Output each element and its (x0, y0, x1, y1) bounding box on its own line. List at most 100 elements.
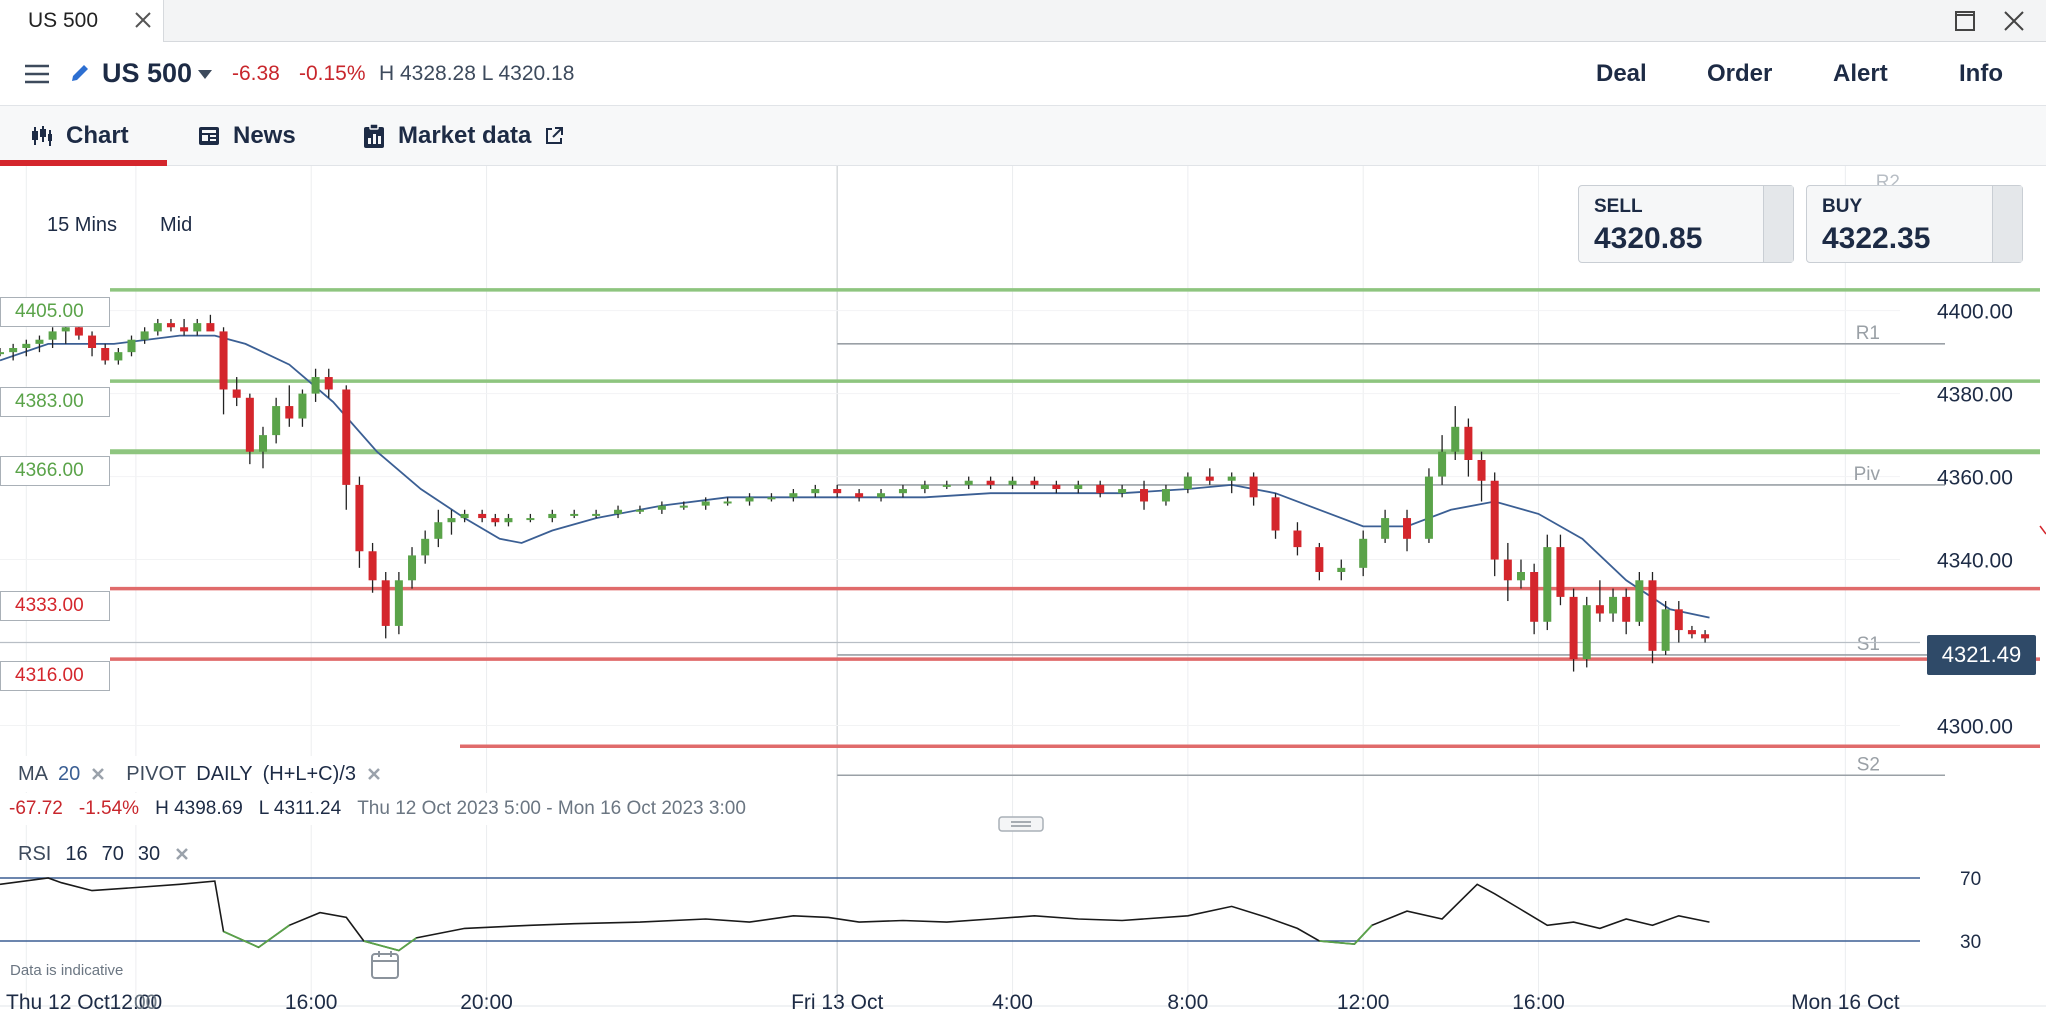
candle-down (1271, 493, 1280, 539)
candle-body (272, 406, 281, 436)
panel-resize-handle[interactable] (998, 816, 1044, 832)
candle-up (1543, 534, 1552, 631)
chevron-down-icon[interactable] (196, 67, 214, 81)
time-tick-label: 16:00 (285, 991, 338, 1014)
time-axis: Thu 12 Oct 12:00 16:00 20:00 Fri 13 Oct 4:00 8… (0, 991, 2046, 1014)
window-tab[interactable]: US 500 (0, 0, 164, 42)
order-button[interactable]: Order (1707, 60, 1772, 88)
candle-body (1227, 476, 1236, 481)
info-button[interactable]: Info (1959, 60, 2003, 88)
tab-news[interactable]: News (197, 106, 296, 166)
interval-selector[interactable]: 15 Mins (47, 214, 117, 237)
candle-body (114, 352, 123, 361)
candle-body (833, 489, 842, 494)
rsi-upper[interactable]: 70 (102, 843, 124, 866)
rsi-lower-label: 30 (1960, 932, 1981, 953)
candle-body (1337, 567, 1346, 572)
edge-marker (2039, 525, 2046, 535)
alert-button[interactable]: Alert (1833, 60, 1888, 88)
candle-up (614, 505, 623, 519)
candle-up (394, 572, 403, 635)
candle-body (570, 513, 579, 516)
app-root: US 500 US 500 -6.38 -0.15% H 4328.28 L 4… (0, 0, 2046, 1022)
candle-body (491, 518, 500, 523)
candle-up (570, 509, 579, 519)
time-tick-label: 4:00 (992, 991, 1033, 1014)
candle-body (526, 518, 535, 521)
period-change-abs: -67.72 (9, 798, 63, 819)
candle-down (1205, 468, 1214, 485)
candle-body (342, 389, 351, 485)
tab-market-data[interactable]: Market data (362, 106, 565, 166)
rsi-lower[interactable]: 30 (138, 843, 160, 866)
candle-up (421, 530, 430, 564)
candle-down (491, 513, 500, 527)
deal-button[interactable]: Deal (1596, 60, 1647, 88)
level-tag-4383[interactable]: 4383.00 (0, 387, 110, 417)
pivot-formula[interactable]: (H+L+C)/3 (263, 763, 356, 786)
candle-body (408, 555, 417, 581)
candle-down (855, 489, 864, 502)
instrument-name[interactable]: US 500 (102, 58, 192, 89)
candle-body (789, 493, 798, 498)
candle-down (368, 542, 377, 593)
candle-up (127, 335, 136, 357)
pencil-icon[interactable] (68, 61, 92, 85)
calendar-icon[interactable] (369, 949, 401, 981)
candle-down (1052, 480, 1061, 494)
maximize-window-icon[interactable] (1951, 7, 1979, 35)
time-tick-label: 8:00 (1167, 991, 1208, 1014)
candle-up (1609, 588, 1618, 622)
candle-body (1161, 489, 1170, 502)
period-low: L 4311.24 (258, 798, 342, 819)
close-tab-icon[interactable] (130, 7, 156, 33)
level-tag-4366[interactable]: 4366.00 (0, 456, 110, 486)
candle-up (0, 348, 4, 357)
chart-area[interactable]: R2 R1 Piv S1 S2 4300.00 4340.00 4360.00 4380.00… (0, 166, 2046, 1022)
sell-label: SELL (1594, 196, 1643, 217)
candle-body (942, 484, 951, 487)
candle-body (180, 327, 189, 332)
price-chart[interactable]: R2R1PivS1S2 4300.004340.004360.004380.00… (0, 166, 2046, 1022)
candle-body (381, 580, 390, 626)
candle-body (1183, 476, 1192, 490)
candle-up (22, 339, 31, 357)
remove-pivot-icon[interactable] (366, 766, 382, 782)
level-tag-4316[interactable]: 4316.00 (0, 661, 110, 691)
price-tick-label: 4380.00 (1937, 384, 2013, 407)
close-window-icon[interactable] (2000, 7, 2028, 35)
candle-up (114, 348, 123, 365)
candle-body (877, 493, 886, 498)
candle-body (1381, 518, 1390, 539)
candle-body (1118, 489, 1127, 494)
candle-body (61, 327, 70, 332)
pivot-period[interactable]: DAILY (196, 763, 252, 786)
candle-body (1096, 484, 1105, 494)
candle-body (219, 331, 228, 390)
candle-body (1490, 480, 1499, 560)
tab-chart[interactable]: Chart (30, 106, 129, 166)
candle-body (232, 389, 241, 398)
level-tag-4405[interactable]: 4405.00 (0, 297, 110, 327)
candle-body (1403, 518, 1412, 539)
level-tag-4333[interactable]: 4333.00 (0, 591, 110, 621)
buy-price-button[interactable]: BUY 4322.35 (1806, 185, 2023, 263)
section-tabs: Chart News Market data (0, 106, 2046, 166)
price-type-selector[interactable]: Mid (160, 214, 192, 237)
candle-up (272, 397, 281, 444)
sell-price-button[interactable]: SELL 4320.85 (1578, 185, 1794, 263)
ma-period[interactable]: 20 (58, 763, 80, 786)
period-change-pct: -1.54% (78, 798, 140, 819)
candle-body (548, 513, 557, 519)
hamburger-menu-icon[interactable] (22, 60, 52, 88)
remove-ma-icon[interactable] (90, 766, 106, 782)
rsi-oversold-segment (223, 930, 259, 949)
remove-rsi-icon[interactable] (174, 846, 190, 862)
candle-up (1337, 559, 1346, 581)
candle-body (1687, 630, 1696, 635)
candle-body (1205, 476, 1214, 481)
rsi-period[interactable]: 16 (65, 843, 87, 866)
candle-body (1609, 596, 1618, 614)
candle-body (368, 551, 377, 581)
candle-up (920, 480, 929, 494)
